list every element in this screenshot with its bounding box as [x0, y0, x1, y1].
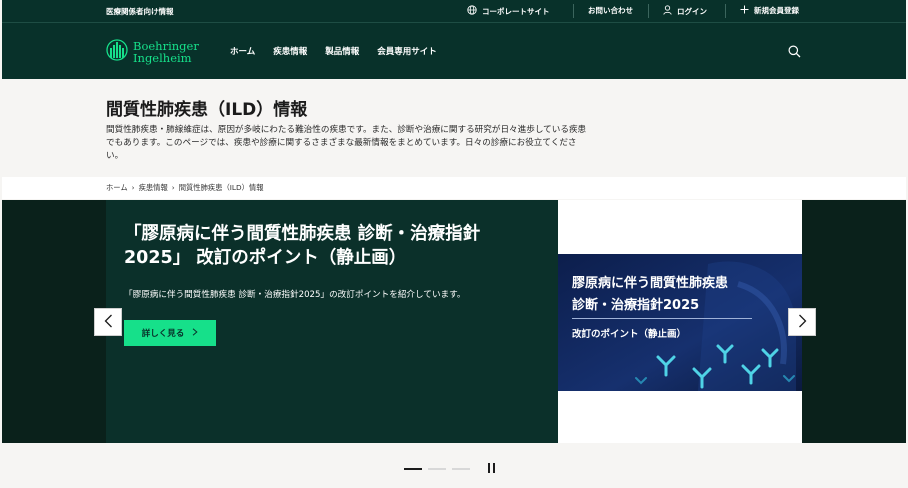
search-icon: [788, 43, 801, 62]
carousel-pause-button[interactable]: [488, 463, 495, 473]
nav-item-product-info[interactable]: 製品情報: [325, 45, 359, 57]
breadcrumb-bar: ホーム › 疾患情報 › 間質性肺疾患（ILD）情報: [2, 177, 906, 199]
divider: [725, 4, 726, 18]
plus-icon: [740, 5, 749, 16]
nav-item-members-site[interactable]: 会員専用サイト: [377, 45, 437, 57]
search-button[interactable]: [788, 43, 801, 62]
breadcrumb-disease-info[interactable]: 疾患情報: [139, 183, 168, 193]
login-label: ログイン: [677, 6, 707, 16]
learn-more-label: 詳しく見る: [141, 329, 185, 339]
contact-link[interactable]: お問い合わせ: [588, 5, 633, 16]
logo-wordmark: Boehringer Ingelheim: [133, 40, 199, 64]
pagination-dot-1[interactable]: [404, 468, 422, 470]
logo-line-2: Ingelheim: [133, 51, 192, 65]
user-icon: [663, 5, 672, 17]
breadcrumb-current: 間質性肺疾患（ILD）情報: [178, 183, 264, 192]
chevron-right-icon: ›: [171, 183, 175, 192]
hero-image: 膠原病に伴う間質性肺疾患 診断・治療指針2025 改訂のポイント（静止画）: [558, 254, 802, 391]
breadcrumb: ホーム › 疾患情報 › 間質性肺疾患（ILD）情報: [106, 183, 264, 193]
next-slide-peek: [802, 200, 906, 443]
card-divider: [572, 318, 752, 319]
hero-slide: 「膠原病に伴う間質性肺疾患 診断・治療指針2025」 改訂のポイント（静止画） …: [106, 200, 558, 443]
page-intro: 間質性肺疾患・肺線維症は、原因が多岐にわたる難治性の疾患です。また、診断や治療に…: [106, 125, 587, 161]
contact-label: お問い合わせ: [588, 6, 633, 15]
card-title-line-2: 診断・治療指針2025: [572, 298, 700, 313]
carousel-prev-button[interactable]: [94, 308, 122, 336]
audience-label: 医療関係者向け情報: [106, 7, 174, 16]
nav-item-home[interactable]: ホーム: [230, 45, 255, 57]
chevron-left-icon: [104, 313, 113, 332]
divider: [648, 4, 649, 18]
card-title-line-1: 膠原病に伴う間質性肺疾患: [572, 276, 729, 291]
carousel-next-button[interactable]: [788, 308, 816, 336]
page-title: 間質性肺疾患（ILD）情報: [106, 100, 308, 120]
chevron-right-icon: ›: [131, 183, 135, 192]
brand-logo[interactable]: Boehringer Ingelheim: [106, 37, 199, 67]
hero-title: 「膠原病に伴う間質性肺疾患 診断・治療指針2025」 改訂のポイント（静止画）: [124, 224, 481, 268]
login-link[interactable]: ログイン: [663, 5, 707, 17]
corporate-site-label: コーポレートサイト: [482, 6, 550, 16]
register-label: 新規会員登録: [754, 6, 799, 15]
previous-slide-peek: [2, 200, 106, 443]
learn-more-button[interactable]: 詳しく見る: [124, 320, 216, 346]
nav-menu: ホーム 疾患情報 製品情報 会員専用サイト: [230, 45, 437, 57]
carousel-pagination: [404, 468, 470, 470]
corporate-site-link[interactable]: コーポレートサイト: [467, 5, 550, 17]
utility-bar: 医療関係者向け情報 コーポレートサイト お問い合わせ ログイン 新規会員登録: [2, 0, 906, 23]
hero-carousel: 「膠原病に伴う間質性肺疾患 診断・治療指針2025」 改訂のポイント（静止画） …: [2, 200, 906, 443]
pause-icon: [488, 463, 490, 473]
register-link[interactable]: 新規会員登録: [740, 5, 799, 16]
logo-mark-icon: [106, 37, 128, 67]
globe-icon: [467, 5, 477, 17]
pagination-dot-3[interactable]: [452, 468, 470, 470]
chevron-right-icon: [192, 327, 198, 339]
main-nav: Boehringer Ingelheim ホーム 疾患情報 製品情報 会員専用サ…: [2, 23, 906, 79]
nav-item-disease-info[interactable]: 疾患情報: [273, 45, 307, 57]
breadcrumb-home[interactable]: ホーム: [106, 183, 128, 193]
card-subtitle: 改訂のポイント（静止画）: [572, 329, 687, 340]
chevron-right-icon: [798, 313, 807, 332]
pagination-dot-2[interactable]: [428, 468, 446, 470]
divider: [573, 4, 574, 18]
hero-description: 「膠原病に伴う間質性肺疾患 診断・治療指針2025」の改訂ポイントを紹介していま…: [124, 290, 466, 300]
